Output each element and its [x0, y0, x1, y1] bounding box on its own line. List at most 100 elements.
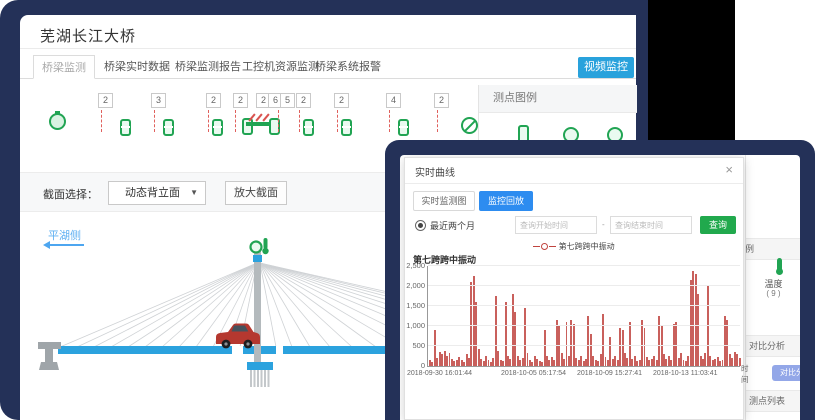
x-axis-name: 时间: [741, 363, 749, 385]
page-title: 芜湖长江大桥: [40, 25, 136, 46]
side-legend-header: 测点图例: [746, 238, 800, 260]
sensor-link-icon[interactable]: [163, 119, 174, 136]
section-select-value: 动态背立面: [125, 187, 180, 199]
zoom-section-button[interactable]: 放大截面: [225, 181, 287, 205]
sensor-count-badge: 2: [233, 93, 248, 108]
sensor-count-badge: 2: [334, 93, 349, 108]
legend-marker-line: [549, 246, 556, 247]
x-tick-label: 2018-10-09 15:27:41: [577, 370, 642, 377]
realtime-curve-dialog: 实时曲线 × 实时监测图 监控回放 最近两个月 - 查询 第七跨跨中振动 第七跨…: [404, 157, 744, 420]
recent-two-months-radio[interactable]: [415, 220, 426, 231]
pylon-blue-band: [253, 255, 262, 262]
close-icon[interactable]: ×: [725, 162, 733, 178]
bridge-pylon: [254, 245, 261, 369]
sensor-link-icon[interactable]: [303, 119, 314, 136]
x-tick-label: 2018-09-30 16:01:44: [407, 370, 472, 377]
dialog-header: 实时曲线 ×: [405, 158, 743, 184]
end-time-input[interactable]: [610, 216, 692, 234]
y-tick-label: 500: [400, 341, 425, 350]
tab-realtime-data[interactable]: 桥梁实时数据: [104, 55, 170, 79]
sensor-link-icon[interactable]: [242, 118, 253, 135]
disabled-sensor-icon[interactable]: [461, 117, 478, 134]
main-tabbar: 桥梁监测 桥梁实时数据 桥梁监测报告 工控机资源监测 桥梁系统报警 视频监控: [20, 49, 636, 79]
overlay-page: 测点图例 温度 ( 9 ) 对比分析 对比分析 测点列表 实时曲线 × 实时监测…: [400, 155, 800, 420]
pile-cap: [247, 362, 273, 370]
temperature-count: ( 9 ): [746, 289, 800, 298]
dialog-title: 实时曲线: [415, 164, 455, 179]
rotation-sensor-icon: [251, 242, 262, 253]
sensor-count-badge: 2: [434, 93, 449, 108]
start-time-input[interactable]: [515, 216, 597, 234]
y-tick-label: 0: [400, 361, 425, 370]
sensor-dash-line: [437, 110, 438, 132]
thermometer-icon[interactable]: [777, 258, 782, 271]
compare-section-header: 对比分析: [746, 335, 800, 357]
sensor-dash-line: [208, 110, 209, 132]
desktop: 芜湖长江大桥 桥梁监测 桥梁实时数据 桥梁监测报告 工控机资源监测 桥梁系统报警…: [0, 0, 815, 420]
legend-series-label: 第七跨跨中振动: [559, 242, 615, 251]
section-select-dropdown[interactable]: 动态背立面 ▼: [108, 181, 206, 205]
sensor-link-icon[interactable]: [398, 119, 409, 136]
sensor-count-badge: 2: [98, 93, 113, 108]
sensor-dash-line: [154, 110, 155, 132]
bridge-piles: [250, 370, 270, 387]
sensor-dash-line: [299, 110, 300, 132]
gridline: [428, 305, 740, 306]
bridge-abutment: [38, 342, 61, 370]
section-select-label: 截面选择：: [43, 186, 98, 202]
gridline: [428, 325, 740, 326]
sensor-count-badge: 3: [151, 93, 166, 108]
sensor-link-icon[interactable]: [212, 119, 223, 136]
recent-two-months-label: 最近两个月: [430, 219, 475, 232]
sensor-dash-line: [235, 110, 236, 132]
x-tick-label: 2018-10-05 05:17:54: [501, 370, 566, 377]
sensor-dash-line: [101, 110, 102, 132]
sensor-count-badge: 2: [206, 93, 221, 108]
gridline: [428, 285, 740, 286]
deck-joint: [232, 346, 243, 354]
y-tick-label: 1,000: [400, 321, 425, 330]
point-list-header: 测点列表: [746, 390, 800, 412]
gridline: [428, 265, 740, 266]
tab-system-alarm[interactable]: 桥梁系统报警: [315, 55, 381, 79]
sensor-dash-line: [389, 110, 390, 132]
tab-monitor-playback[interactable]: 监控回放: [479, 191, 533, 211]
sensor-link-icon[interactable]: [341, 119, 352, 136]
y-tick-label: 1,500: [400, 301, 425, 310]
y-tick-label: 2,500: [400, 261, 425, 270]
sensor-cluster-icon[interactable]: [242, 115, 280, 133]
overlay-window: 测点图例 温度 ( 9 ) 对比分析 对比分析 测点列表 实时曲线 × 实时监测…: [385, 140, 815, 420]
thermometer-icon: [264, 238, 268, 249]
legend-panel: 测点图例: [478, 85, 637, 145]
tab-bridge-monitor[interactable]: 桥梁监测: [33, 55, 95, 79]
overlay-side-panel: 测点图例 温度 ( 9 ) 对比分析 对比分析 测点列表: [745, 155, 800, 420]
tab-monitor-report[interactable]: 桥梁监测报告: [175, 55, 241, 79]
video-monitor-button[interactable]: 视频监控: [578, 57, 634, 78]
legend-marker-line: [533, 246, 540, 247]
gridline: [428, 345, 740, 346]
chevron-down-icon: ▼: [190, 182, 198, 204]
black-region: [648, 0, 735, 141]
car-illustration: [216, 324, 260, 349]
sensor-dash-line: [337, 110, 338, 132]
chart-bars: [429, 266, 740, 366]
legend-marker-circle: [541, 243, 548, 250]
tab-ipc-resource[interactable]: 工控机资源监测: [242, 55, 319, 79]
sensor-dash-line: [278, 110, 279, 132]
legend-panel-title: 测点图例: [479, 85, 637, 113]
chart-bar: [707, 286, 709, 366]
sensor-count-badge: 5: [280, 93, 295, 108]
chart-legend[interactable]: 第七跨跨中振动: [405, 241, 743, 252]
x-tick-label: 2018-10-13 11:03:41: [653, 370, 717, 377]
tab-realtime-chart[interactable]: 实时监测图: [413, 191, 475, 211]
stopwatch-icon[interactable]: [49, 113, 66, 130]
deck-joint: [276, 346, 283, 354]
range-separator: -: [602, 220, 605, 229]
compare-analysis-button[interactable]: 对比分析: [772, 365, 800, 381]
search-button[interactable]: 查询: [700, 216, 736, 234]
thermometer-bulb: [262, 248, 268, 254]
y-tick-label: 2,000: [400, 281, 425, 290]
sensor-count-badge: 2: [296, 93, 311, 108]
sensor-link-icon[interactable]: [120, 119, 131, 136]
sensor-count-badge: 4: [386, 93, 401, 108]
